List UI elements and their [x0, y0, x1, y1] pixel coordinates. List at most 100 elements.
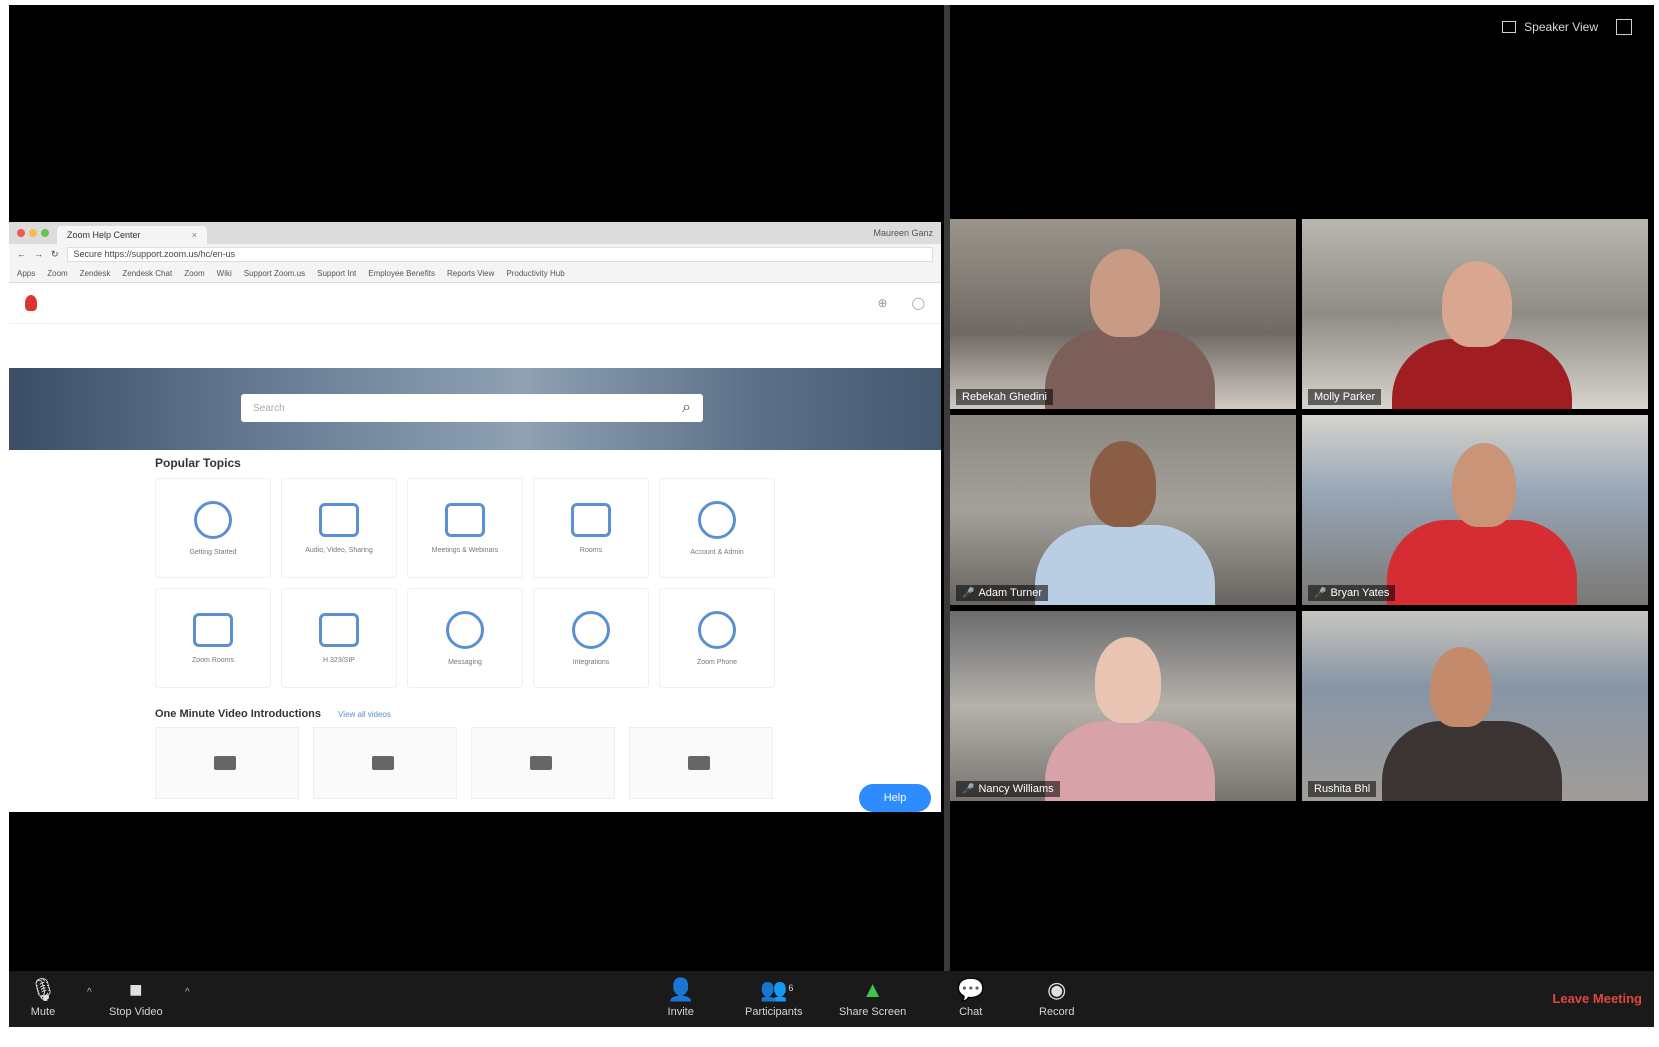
muted-mic-icon: 🎤 — [962, 587, 975, 599]
browser-url-bar: ← → ↻ Secure https://support.zoom.us/hc/… — [9, 244, 941, 264]
invite-label: Invite — [667, 1006, 694, 1018]
video-tile[interactable]: Rushita Bhl — [1302, 611, 1648, 801]
participant-body — [1382, 721, 1562, 801]
topic-card[interactable]: Getting Started — [155, 478, 271, 578]
invite-icon: 👤 — [667, 977, 695, 1002]
topic-card[interactable]: Zoom Phone — [659, 588, 775, 688]
topic-card[interactable]: H.323/SIP — [281, 588, 397, 688]
invite-button[interactable]: 👤 Invite — [667, 977, 694, 1018]
video-options-chevron-icon[interactable]: ^ — [185, 987, 190, 998]
network-icon — [319, 612, 359, 647]
video-camera-icon: ■ — [129, 977, 143, 1002]
video-thumbnail[interactable] — [629, 727, 773, 799]
speaker-view-icon — [1502, 21, 1517, 33]
bookmark[interactable]: Zoom — [47, 269, 67, 278]
close-dot-icon[interactable] — [17, 229, 25, 237]
participant-face — [1095, 637, 1161, 723]
bookmark[interactable]: Support Int — [317, 269, 356, 278]
bookmark[interactable]: Zoom — [184, 269, 204, 278]
video-tile[interactable]: Molly Parker — [1302, 219, 1648, 409]
search-placeholder: Search — [253, 402, 285, 414]
topic-card[interactable]: Zoom Rooms — [155, 588, 271, 688]
participant-name: Rushita Bhl — [1314, 783, 1371, 795]
help-button[interactable]: Help — [859, 784, 931, 812]
participants-icon: 👥 6 — [760, 977, 794, 1002]
video-thumbnail[interactable] — [471, 727, 615, 799]
help-search-input[interactable]: Search ⌕ — [241, 394, 703, 422]
address-field[interactable]: Secure https://support.zoom.us/hc/en-us — [66, 246, 933, 262]
record-icon: ◉ — [1047, 977, 1067, 1002]
speaker-view-label: Speaker View — [1524, 20, 1598, 34]
fullscreen-icon[interactable] — [1616, 19, 1632, 35]
meeting-toolbar: 🎙 Mute ^ ■ Stop Video ^ 👤 Invite 👥 6 Part… — [9, 971, 1654, 1027]
video-tile[interactable]: Rebekah Ghedini — [950, 219, 1296, 409]
topic-label: Account & Admin — [690, 548, 744, 556]
topic-card[interactable]: Integrations — [533, 588, 649, 688]
record-label: Record — [1039, 1006, 1075, 1018]
share-screen-button[interactable]: ▲ Share Screen — [839, 977, 906, 1018]
browser-tab[interactable]: Zoom Help Center × — [57, 226, 207, 244]
search-icon[interactable]: ⌕ — [682, 399, 691, 417]
participant-face — [1430, 647, 1492, 727]
integration-icon — [572, 610, 610, 649]
video-tile[interactable]: 🎤 Adam Turner — [950, 415, 1296, 605]
account-icon[interactable]: ◯ — [912, 296, 925, 310]
zoom-logo-icon — [25, 295, 37, 311]
audio-options-chevron-icon[interactable]: ^ — [87, 987, 92, 998]
participants-count: 6 — [788, 983, 794, 993]
participants-button[interactable]: 👥 6 Participants — [745, 977, 802, 1018]
stop-video-button[interactable]: ■ Stop Video — [109, 977, 163, 1018]
close-tab-icon[interactable]: × — [192, 230, 197, 240]
mute-label: Mute — [30, 1006, 56, 1018]
topic-card[interactable]: Messaging — [407, 588, 523, 688]
video-tile[interactable]: 🎤 Nancy Williams — [950, 611, 1296, 801]
video-thumbnail[interactable] — [313, 727, 457, 799]
bookmark[interactable]: Reports View — [447, 269, 494, 278]
participant-body — [1035, 525, 1215, 605]
video-tile[interactable]: 🎤 Bryan Yates — [1302, 415, 1648, 605]
share-screen-label: Share Screen — [839, 1006, 907, 1018]
bookmark[interactable]: Wiki — [217, 269, 232, 278]
topics-grid: Getting Started Audio, Video, Sharing Me… — [155, 478, 775, 688]
chat-button[interactable]: 💬 Chat — [957, 977, 984, 1018]
reload-icon[interactable]: ↻ — [51, 249, 59, 260]
back-icon[interactable]: ← — [17, 249, 26, 259]
participant-body — [1045, 721, 1215, 801]
topic-card[interactable]: Rooms — [533, 478, 649, 578]
calendar-icon — [445, 502, 485, 537]
bookmark[interactable]: Support Zoom.us — [244, 269, 305, 278]
topic-card[interactable]: Meetings & Webinars — [407, 478, 523, 578]
bookmark[interactable]: Productivity Hub — [506, 269, 564, 278]
hero-banner: Search ⌕ — [9, 368, 941, 450]
user-icon — [698, 500, 736, 539]
bookmark[interactable]: Employee Benefits — [368, 269, 435, 278]
bookmark[interactable]: Zendesk — [80, 269, 111, 278]
globe-icon[interactable]: ⊕ — [878, 296, 888, 310]
leave-meeting-button[interactable]: Leave Meeting — [1552, 991, 1642, 1006]
zoom-meeting-window: Speaker View Zoom Help Center × Maureen … — [9, 5, 1654, 1027]
videos-title: One Minute Video Introductions View all … — [155, 708, 391, 720]
view-all-videos-link[interactable]: View all videos — [338, 710, 391, 719]
video-thumbnail[interactable] — [155, 727, 299, 799]
minimize-dot-icon[interactable] — [29, 229, 37, 237]
record-button[interactable]: ◉ Record — [1039, 977, 1074, 1018]
topic-card[interactable]: Audio, Video, Sharing — [281, 478, 397, 578]
forward-icon[interactable]: → — [34, 249, 43, 259]
participant-body — [1045, 329, 1215, 409]
mute-button[interactable]: 🎙 Mute — [29, 977, 57, 1018]
participant-body — [1387, 520, 1577, 605]
maximize-dot-icon[interactable] — [41, 229, 49, 237]
stop-video-label: Stop Video — [109, 1006, 163, 1018]
bookmark[interactable]: Zendesk Chat — [122, 269, 172, 278]
help-button-label: Help — [883, 792, 907, 804]
shared-screen: Zoom Help Center × Maureen Ganz ← → ↻ Se… — [9, 222, 941, 812]
topic-card[interactable]: Account & Admin — [659, 478, 775, 578]
rocket-icon — [194, 500, 232, 539]
muted-mic-icon: 🎤 — [1314, 587, 1327, 599]
participant-face — [1090, 249, 1160, 337]
globe-icon — [698, 610, 736, 649]
view-toggle[interactable]: Speaker View — [1502, 19, 1632, 35]
participant-name: Molly Parker — [1314, 391, 1376, 403]
bookmark[interactable]: Apps — [17, 269, 35, 278]
share-screen-icon: ▲ — [861, 977, 884, 1002]
